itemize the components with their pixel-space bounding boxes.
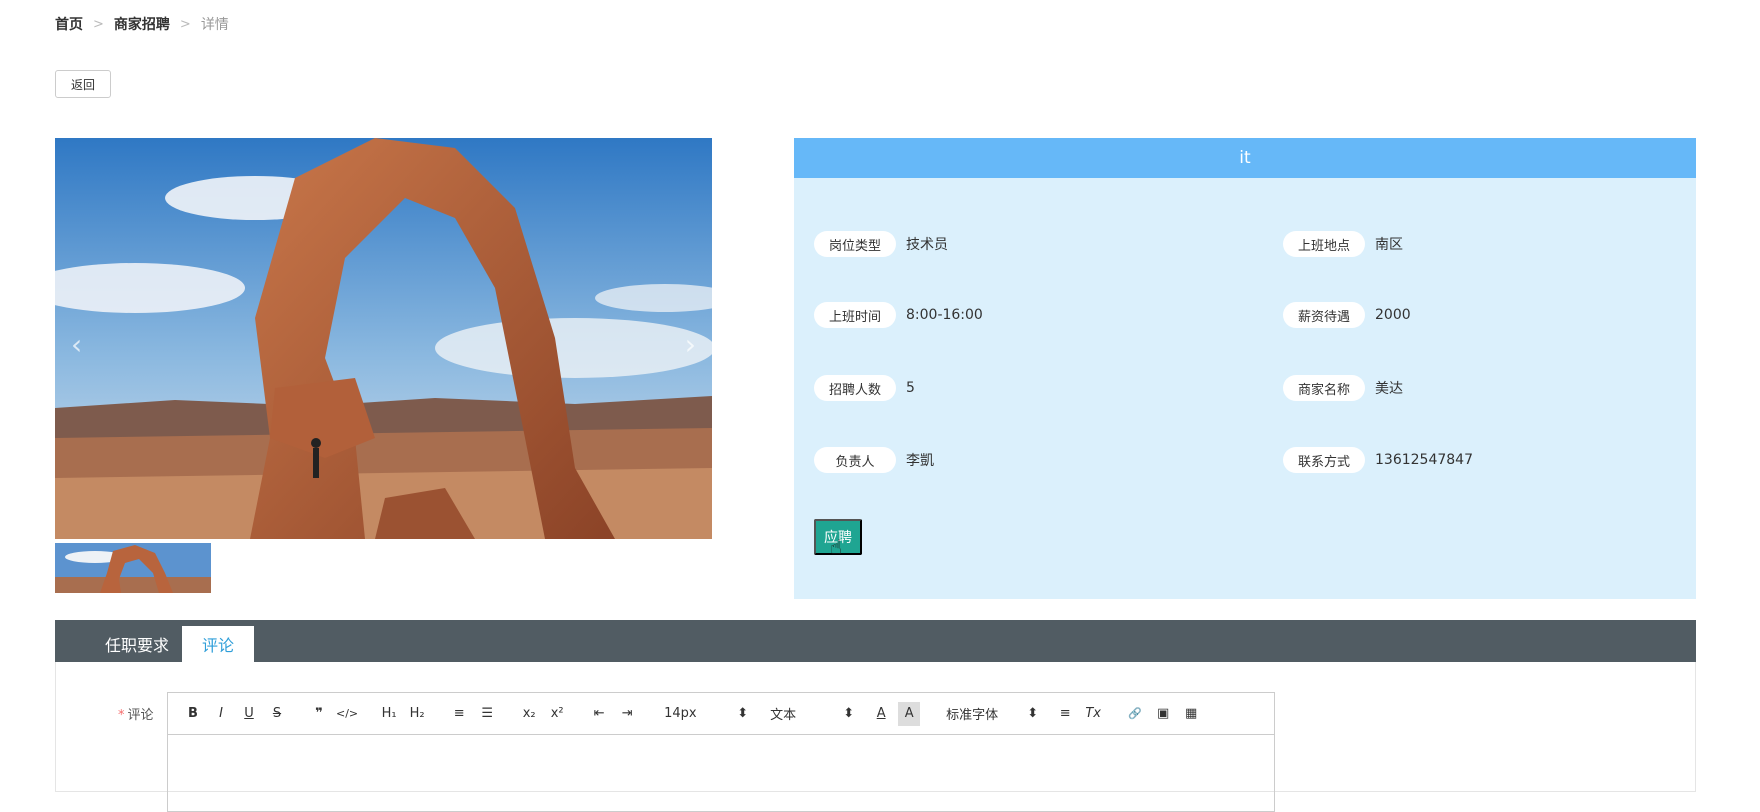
bullet-list-icon[interactable]: ☰ [476,702,498,726]
field-value: 13612547847 [1375,452,1473,468]
field-work-hours: 上班时间 8:00-16:00 [814,302,983,328]
header-select[interactable]: 文本 ⬍ [764,702,860,726]
h1-icon[interactable]: H₁ [378,702,400,726]
thumbnail[interactable] [55,543,211,593]
field-merchant-name: 商家名称 美达 [1283,375,1403,401]
superscript-icon[interactable]: x² [546,702,568,726]
breadcrumb-separator: > [179,16,191,32]
select-caret-icon: ⬍ [1027,706,1039,721]
tab-bar: 任职要求 评论 [55,620,1696,662]
field-value: 8:00-16:00 [906,307,983,323]
rich-text-editor[interactable]: B I U S ❞ </> H₁ H₂ ≡ ☰ x₂ x² ⇤ ⇥ 14px ⬍ … [167,692,1275,812]
underline-icon[interactable]: U [238,702,260,726]
required-mark: * [118,708,125,723]
field-value: 技术员 [906,237,948,253]
clean-format-icon[interactable]: Tx [1082,702,1104,726]
comment-label: * 评论 [118,704,154,723]
job-title: it [794,138,1696,178]
indent-icon[interactable]: ⇥ [616,702,638,726]
hand-cursor-icon: ☝ [830,535,843,559]
field-value: 南区 [1375,237,1403,253]
italic-icon[interactable]: I [210,702,232,726]
image-icon[interactable]: ▣ [1152,702,1174,726]
tab-comments[interactable]: 评论 [182,626,254,662]
field-value: 2000 [1375,307,1411,323]
breadcrumb-home[interactable]: 首页 [55,14,83,34]
breadcrumb: 首页 > 商家招聘 > 详情 [55,14,229,34]
breadcrumb-list[interactable]: 商家招聘 [114,14,170,34]
field-label: 上班时间 [814,302,896,328]
comment-label-text: 评论 [127,708,154,723]
arch-thumbnail-photo [55,543,211,593]
video-icon[interactable]: ▦ [1180,702,1202,726]
field-job-type: 岗位类型 技术员 [814,231,948,257]
header-value: 文本 [770,708,797,723]
tab-requirements[interactable]: 任职要求 [87,626,187,662]
font-color-icon[interactable]: A [870,702,892,726]
field-label: 商家名称 [1283,375,1365,401]
field-label: 薪资待遇 [1283,302,1365,328]
ordered-list-icon[interactable]: ≡ [448,702,470,726]
field-label: 岗位类型 [814,231,896,257]
field-contact-person: 负责人 李凱 [814,447,934,473]
field-work-location: 上班地点 南区 [1283,231,1403,257]
code-icon[interactable]: </> [336,702,358,726]
link-icon[interactable]: 🔗 [1124,702,1146,726]
chevron-right-icon[interactable]: › [685,328,696,361]
field-headcount: 招聘人数 5 [814,375,915,401]
chevron-left-icon[interactable]: ‹ [71,328,82,361]
arch-photo [55,138,712,539]
align-icon[interactable]: ≡ [1054,702,1076,726]
field-label: 上班地点 [1283,231,1365,257]
field-value: 李凱 [906,453,934,469]
field-value: 5 [906,380,915,396]
font-size-select[interactable]: 14px ⬍ [658,702,754,726]
field-phone: 联系方式 13612547847 [1283,447,1473,473]
bold-icon[interactable]: B [182,702,204,726]
select-caret-icon: ⬍ [843,706,855,721]
subscript-icon[interactable]: x₂ [518,702,540,726]
blockquote-icon[interactable]: ❞ [308,702,330,726]
breadcrumb-separator: > [93,16,104,32]
comment-panel: * 评论 B I U S ❞ </> H₁ H₂ ≡ ☰ x₂ x² ⇤ ⇥ 14… [55,662,1696,812]
font-size-value: 14px [664,706,697,721]
field-value: 美达 [1375,381,1403,397]
font-family-select[interactable]: 标准字体 ⬍ [940,702,1044,726]
field-salary: 薪资待遇 2000 [1283,302,1411,328]
h2-icon[interactable]: H₂ [406,702,428,726]
background-color-icon[interactable]: A [898,701,921,726]
editor-toolbar: B I U S ❞ </> H₁ H₂ ≡ ☰ x₂ x² ⇤ ⇥ 14px ⬍ … [168,693,1274,735]
field-label: 联系方式 [1283,447,1365,473]
select-caret-icon: ⬍ [737,706,749,721]
font-family-value: 标准字体 [946,708,999,723]
field-label: 招聘人数 [814,375,896,401]
image-carousel[interactable]: ‹ › [55,138,712,539]
outdent-icon[interactable]: ⇤ [588,702,610,726]
back-button[interactable]: 返回 [55,70,111,98]
strike-icon[interactable]: S [266,702,288,726]
job-info-panel: it 岗位类型 技术员 上班地点 南区 上班时间 8:00-16:00 薪资待遇… [794,138,1696,599]
breadcrumb-current: 详情 [200,17,229,33]
field-label: 负责人 [814,447,896,473]
